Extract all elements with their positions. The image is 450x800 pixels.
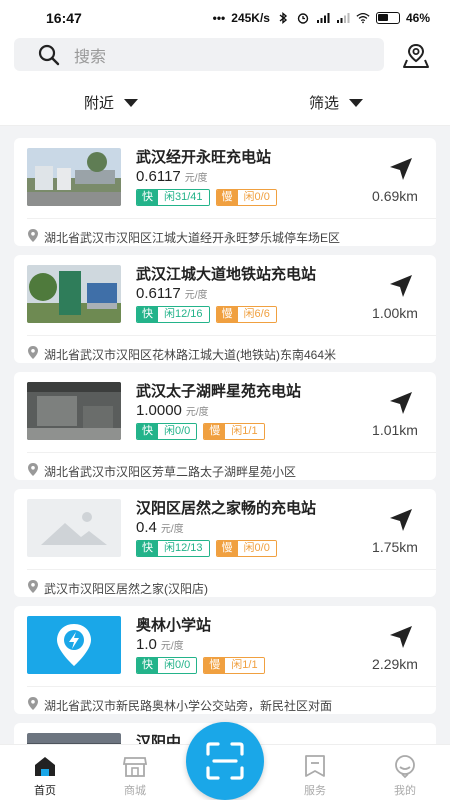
station-photo xyxy=(27,382,121,440)
scan-icon xyxy=(206,742,244,780)
more-dots-icon: ••• xyxy=(212,11,226,25)
divider xyxy=(27,452,436,453)
search-input[interactable]: 搜索 xyxy=(14,38,384,71)
home-icon xyxy=(35,757,55,776)
charger-availability: 快闲12/16 慢闲6/6 xyxy=(136,306,277,323)
slow-charger-badge: 慢闲6/6 xyxy=(215,306,277,323)
navigate-icon[interactable] xyxy=(388,156,414,182)
station-distance: 1.75km xyxy=(372,539,418,555)
scan-button[interactable] xyxy=(186,722,264,800)
location-pin-icon xyxy=(28,229,38,242)
fast-charger-badge: 快闲0/0 xyxy=(136,423,198,440)
station-name: 武汉太子湖畔星苑充电站 xyxy=(136,383,302,400)
signal-icon-2 xyxy=(336,13,350,23)
location-pin-icon xyxy=(28,697,38,710)
map-location-icon[interactable] xyxy=(402,42,430,70)
slow-charger-badge: 慢闲1/1 xyxy=(203,423,265,440)
station-list: 武汉经开永旺充电站 0.6117 元/度 快闲31/41 慢闲0/0 0.69km… xyxy=(0,126,450,744)
tab-home[interactable]: 首页 xyxy=(15,753,75,798)
tab-service[interactable]: 服务 xyxy=(285,753,345,798)
location-pin-icon xyxy=(28,463,38,476)
wifi-icon xyxy=(356,12,370,24)
station-distance: 0.69km xyxy=(372,188,418,204)
fast-charger-badge: 快闲31/41 xyxy=(136,189,210,206)
nearby-label: 附近 xyxy=(84,95,115,112)
divider xyxy=(27,686,436,687)
slow-charger-badge: 慢闲0/0 xyxy=(215,189,277,206)
station-distance: 1.00km xyxy=(372,305,418,321)
station-price: 1.0000 元/度 xyxy=(136,402,209,419)
navigate-icon[interactable] xyxy=(388,390,414,416)
station-name: 汉阳中 xyxy=(136,734,182,744)
network-speed: 245K/s xyxy=(231,11,270,25)
fast-charger-badge: 快闲12/13 xyxy=(136,540,210,557)
profile-icon xyxy=(395,755,415,779)
charging-logo xyxy=(27,616,121,674)
filter-label: 筛选 xyxy=(309,95,340,112)
tab-shop[interactable]: 商城 xyxy=(105,753,165,798)
status-time: 16:47 xyxy=(46,10,82,26)
search-icon xyxy=(38,44,60,65)
station-photo xyxy=(27,265,121,323)
search-placeholder: 搜索 xyxy=(74,48,107,66)
station-name: 武汉经开永旺充电站 xyxy=(136,149,272,166)
filter-bar: 附近 筛选 xyxy=(0,78,450,126)
top-bar: 搜索 xyxy=(0,36,450,78)
station-card[interactable]: 武汉太子湖畔星苑充电站 1.0000 元/度 快闲0/0 慢闲1/1 1.01km… xyxy=(14,372,436,480)
station-name: 奥林小学站 xyxy=(136,617,212,634)
slow-charger-badge: 慢闲1/1 xyxy=(203,657,265,674)
station-address: 湖北省武汉市汉阳区江城大道经开永旺梦乐城停车场E区 xyxy=(44,231,341,245)
filter-dropdown[interactable]: 筛选 xyxy=(309,92,364,113)
divider xyxy=(27,569,436,570)
station-price: 0.6117 元/度 xyxy=(136,285,208,302)
station-card[interactable]: 武汉经开永旺充电站 0.6117 元/度 快闲31/41 慢闲0/0 0.69km… xyxy=(14,138,436,246)
location-pin-icon xyxy=(28,580,38,593)
image-placeholder xyxy=(27,499,121,557)
status-bar: 16:47 ••• 245K/s 46% xyxy=(0,0,450,36)
location-pin-icon xyxy=(28,346,38,359)
navigate-icon[interactable] xyxy=(388,624,414,650)
fast-charger-badge: 快闲12/16 xyxy=(136,306,210,323)
navigate-icon[interactable] xyxy=(388,273,414,299)
nearby-filter[interactable]: 附近 xyxy=(84,92,139,113)
charger-availability: 快闲31/41 慢闲0/0 xyxy=(136,189,277,206)
alarm-icon xyxy=(297,13,309,24)
station-card[interactable]: 武汉江城大道地铁站充电站 0.6117 元/度 快闲12/16 慢闲6/6 1.0… xyxy=(14,255,436,363)
charger-availability: 快闲0/0 慢闲1/1 xyxy=(136,423,265,440)
station-price: 0.6117 元/度 xyxy=(136,168,208,185)
divider xyxy=(27,335,436,336)
fast-charger-badge: 快闲0/0 xyxy=(136,657,198,674)
battery-icon xyxy=(375,12,400,24)
station-price: 0.4 元/度 xyxy=(136,519,184,536)
caret-down-icon xyxy=(349,98,364,107)
tab-profile[interactable]: 我的 xyxy=(375,753,435,798)
station-card[interactable]: 汉阳区居然之家畅的充电站 0.4 元/度 快闲12/13 慢闲0/0 1.75km… xyxy=(14,489,436,597)
slow-charger-badge: 慢闲0/0 xyxy=(215,540,277,557)
caret-down-icon xyxy=(124,98,139,107)
station-address: 湖北省武汉市新民路奥林小学公交站旁，新民社区对面 xyxy=(44,699,333,713)
station-address: 湖北省武汉市汉阳区花林路江城大道(地铁站)东南464米 xyxy=(44,348,337,362)
service-icon xyxy=(305,755,325,777)
charger-availability: 快闲12/13 慢闲0/0 xyxy=(136,540,277,557)
battery-level: 46% xyxy=(405,11,430,25)
divider xyxy=(27,218,436,219)
station-name: 武汉江城大道地铁站充电站 xyxy=(136,266,317,283)
station-name: 汉阳区居然之家畅的充电站 xyxy=(136,500,317,517)
charger-availability: 快闲0/0 慢闲1/1 xyxy=(136,657,265,674)
station-address: 湖北省武汉市汉阳区芳草二路太子湖畔星苑小区 xyxy=(44,465,297,479)
station-distance: 1.01km xyxy=(372,422,418,438)
shop-icon xyxy=(122,757,148,777)
station-distance: 2.29km xyxy=(372,656,418,672)
station-photo xyxy=(27,148,121,206)
status-icons: ••• 245K/s 46% xyxy=(213,11,430,25)
bluetooth-icon xyxy=(279,12,288,24)
station-price: 1.0 元/度 xyxy=(136,636,184,653)
signal-icon xyxy=(316,13,330,23)
station-address: 武汉市汉阳区居然之家(汉阳店) xyxy=(44,582,208,596)
navigate-icon[interactable] xyxy=(388,507,414,533)
station-card[interactable]: 奥林小学站 1.0 元/度 快闲0/0 慢闲1/1 2.29km 湖北省武汉市新民… xyxy=(14,606,436,714)
station-photo xyxy=(27,733,121,744)
